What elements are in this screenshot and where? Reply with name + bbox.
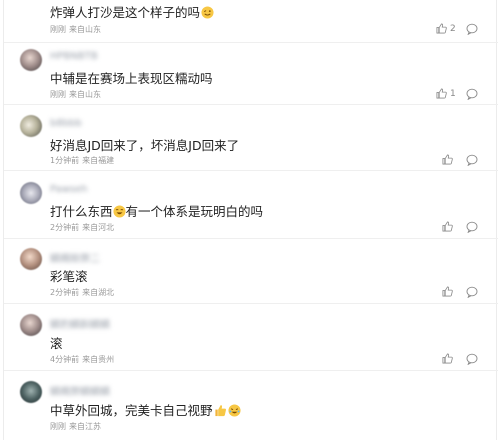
comment-item: 炸弹人打沙是这个样子的吗 刚刚 来自山东 2 xyxy=(4,0,498,43)
thumbs-up-icon xyxy=(442,154,453,165)
wink-emoji-icon xyxy=(201,6,214,19)
cry-laugh-emoji-icon xyxy=(227,404,241,417)
comment-location: 来自贵州 xyxy=(82,355,115,364)
comment-text: 滚 xyxy=(50,336,63,351)
comment-list: 炸弹人打沙是这个样子的吗 刚刚 来自山东 2 HPBNBTB 中辅是在赛场上表现区… xyxy=(3,0,498,440)
thumbs-up-emoji-icon xyxy=(214,405,226,417)
comment-text: 打什么东西 有一个体系是玩明白的吗 xyxy=(50,204,264,219)
laugh-emoji-icon xyxy=(112,205,126,218)
comment-bubble-icon xyxy=(466,286,478,298)
comment-bubble-icon xyxy=(466,353,478,365)
reply-button[interactable] xyxy=(466,88,478,100)
username[interactable]: b8bbb xyxy=(50,118,82,129)
comment-location: 来自江苏 xyxy=(69,422,101,431)
comment-time: 2分钟前 xyxy=(50,288,80,297)
comment-bubble-icon xyxy=(466,88,478,100)
avatar[interactable] xyxy=(20,115,42,137)
thumbs-up-icon xyxy=(442,353,453,364)
username[interactable]: 鳞赐弊鳞鳞鳞 xyxy=(50,383,110,398)
comment-time: 刚刚 xyxy=(50,422,66,431)
comment-text: 中辅是在赛场上表现区糯动吗 xyxy=(50,71,213,86)
comment-location: 来自山东 xyxy=(69,25,101,34)
avatar[interactable] xyxy=(20,381,42,403)
avatar[interactable] xyxy=(20,49,42,71)
comment-text: 中草外回城，完美卡自己视野 xyxy=(50,400,241,419)
thumbs-up-icon xyxy=(442,221,453,232)
like-button[interactable] xyxy=(442,353,456,364)
comment-time: 4分钟前 xyxy=(50,355,80,364)
thumbs-up-icon xyxy=(442,286,453,297)
like-button[interactable]: 1 xyxy=(436,88,456,99)
comment-meta: 刚刚 来自山东 xyxy=(50,24,101,35)
comment-meta: 刚刚 来自江苏 xyxy=(50,421,101,432)
comment-text: 炸弹人打沙是这个样子的吗 xyxy=(50,2,214,21)
reply-button[interactable] xyxy=(466,23,478,35)
username[interactable]: HPBNBTB xyxy=(50,51,98,62)
comment-bubble-icon xyxy=(466,23,478,35)
like-button[interactable] xyxy=(442,154,456,165)
comment-time: 刚刚 xyxy=(50,90,66,99)
comment-location: 来自河北 xyxy=(82,223,115,232)
comment-bubble-icon xyxy=(466,221,478,233)
avatar[interactable] xyxy=(20,182,42,204)
thumbs-up-icon xyxy=(436,23,447,34)
like-count: 1 xyxy=(450,88,456,99)
comment-location: 来自福建 xyxy=(82,156,115,165)
thumbs-up-icon xyxy=(436,88,447,99)
comment-item: 鳞赐赊弊二 彩笔滚 2分钟前 来自湖北 xyxy=(4,239,498,304)
like-button[interactable]: 2 xyxy=(436,23,456,34)
username[interactable]: Pawseh xyxy=(50,184,88,195)
reply-button[interactable] xyxy=(466,353,478,365)
comment-meta: 刚刚 来自山东 xyxy=(50,89,101,100)
comment-location: 来自山东 xyxy=(69,90,101,99)
like-button[interactable] xyxy=(442,286,456,297)
comment-text: 彩笔滚 xyxy=(50,269,88,284)
comment-time: 2分钟前 xyxy=(50,223,80,232)
comment-time: 刚刚 xyxy=(50,25,66,34)
avatar[interactable] xyxy=(20,248,42,270)
comment-meta: 1分钟前 来自福建 xyxy=(50,155,114,166)
comment-location: 来自湖北 xyxy=(82,288,115,297)
comment-meta: 2分钟前 来自湖北 xyxy=(50,287,114,298)
like-button[interactable] xyxy=(442,221,456,232)
comment-item: 鳞赐弊鳞鳞鳞 中草外回城，完美卡自己视野 刚刚 来自江苏 xyxy=(4,371,498,440)
like-count: 2 xyxy=(450,23,456,34)
reply-button[interactable] xyxy=(466,221,478,233)
reply-button[interactable] xyxy=(466,286,478,298)
comment-item: b8bbb 好消息JD回来了，坏消息JD回来了 1分钟前 来自福建 xyxy=(4,105,498,171)
reply-button[interactable] xyxy=(466,154,478,166)
comment-meta: 4分钟前 来自贵州 xyxy=(50,354,114,365)
comment-item: HPBNBTB 中辅是在赛场上表现区糯动吗 刚刚 来自山东 1 xyxy=(4,43,498,105)
comment-item: Pawseh 打什么东西 有一个体系是玩明白的吗 2分钟前 来自河北 xyxy=(4,171,498,239)
comment-item: 鳞豹鳞斟鳞鳞 滚 4分钟前 来自贵州 xyxy=(4,304,498,371)
avatar[interactable] xyxy=(20,314,42,336)
comment-text: 好消息JD回来了，坏消息JD回来了 xyxy=(50,138,240,153)
comment-meta: 2分钟前 来自河北 xyxy=(50,222,114,233)
comment-bubble-icon xyxy=(466,154,478,166)
username[interactable]: 鳞豹鳞斟鳞鳞 xyxy=(50,316,110,331)
comment-time: 1分钟前 xyxy=(50,156,80,165)
username[interactable]: 鳞赐赊弊二 xyxy=(50,250,100,265)
